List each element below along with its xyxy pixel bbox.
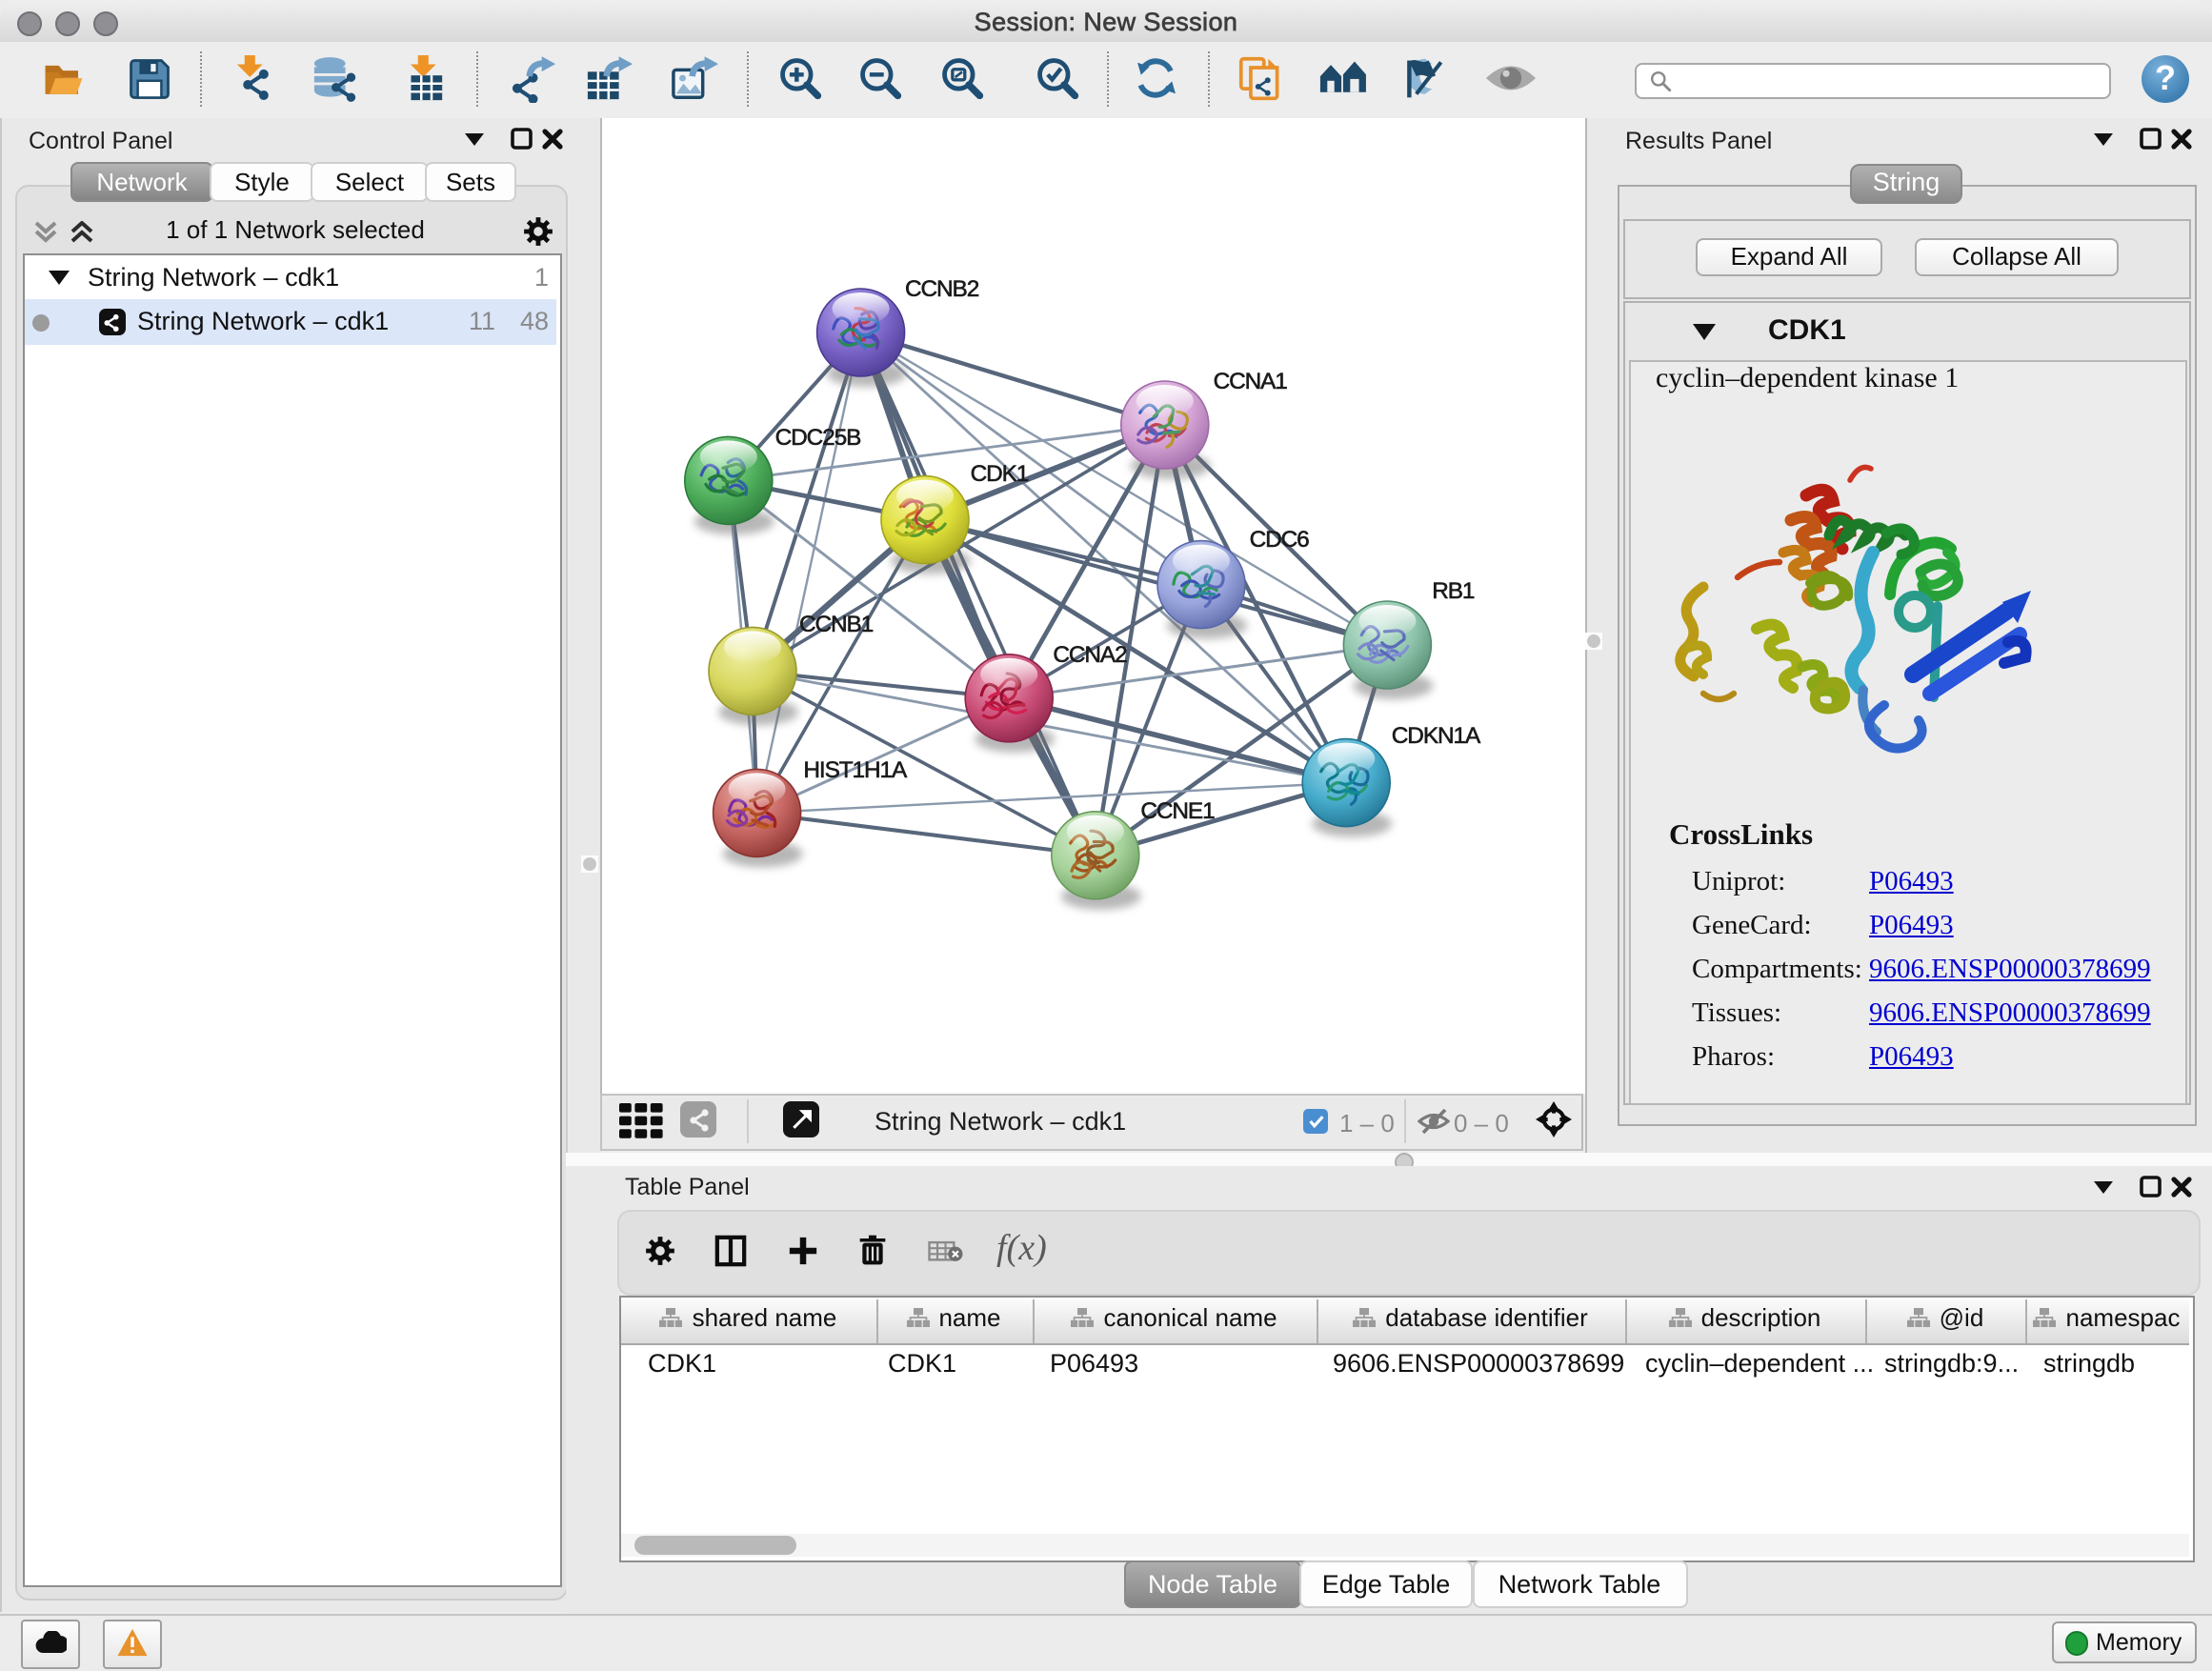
svg-text:CDKN1A: CDKN1A bbox=[1391, 723, 1480, 749]
svg-text:CCNB2: CCNB2 bbox=[904, 276, 978, 302]
svg-text:RB1: RB1 bbox=[1431, 578, 1474, 604]
svg-text:CCNA2: CCNA2 bbox=[1052, 642, 1126, 668]
svg-text:CCNA1: CCNA1 bbox=[1213, 369, 1287, 394]
svg-text:CDC6: CDC6 bbox=[1249, 527, 1309, 553]
svg-text:CDC25B: CDC25B bbox=[774, 425, 860, 451]
svg-text:CCNE1: CCNE1 bbox=[1139, 798, 1214, 824]
svg-text:CCNB1: CCNB1 bbox=[798, 612, 873, 637]
svg-text:CDK1: CDK1 bbox=[970, 461, 1028, 487]
svg-text:HIST1H1A: HIST1H1A bbox=[802, 757, 907, 783]
